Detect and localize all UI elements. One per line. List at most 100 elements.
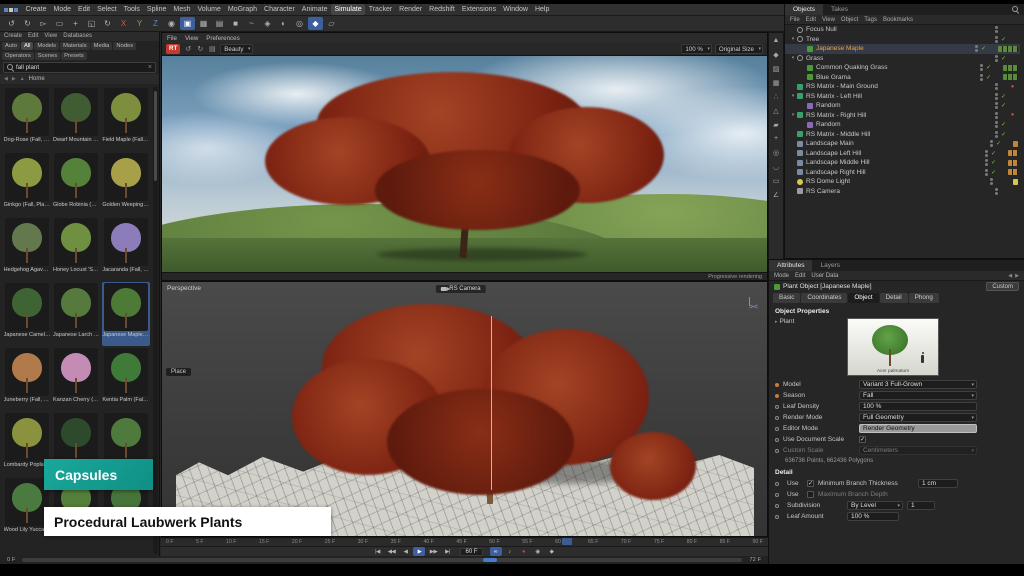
visibility-dots[interactable] [985,169,988,176]
object-menu-item[interactable]: File [790,17,800,23]
menu-item[interactable]: Create [22,4,50,15]
asset-item[interactable]: Globe Robinia (Fall, P... [52,152,100,216]
range-slider[interactable] [22,558,742,562]
toolbar-icon[interactable]: ↻ [100,17,115,30]
attribute-mode-item[interactable]: User Data [811,273,838,279]
transport-toggle[interactable]: ◆ [546,547,558,556]
visibility-dots[interactable] [995,26,998,33]
enabled-check-icon[interactable]: ✓ [995,140,1002,147]
asset-item[interactable]: Kentia Palm (Fall, Pla... [102,347,150,411]
object-name[interactable]: Random [816,102,841,109]
menu-item[interactable]: Help [531,4,552,15]
expand-icon[interactable]: ▾ [789,112,797,118]
mode-tool-icon[interactable]: ▨ [770,63,782,74]
menu-item[interactable]: Select [94,4,120,15]
max-branch-checkbox[interactable] [807,491,814,498]
property-tab[interactable]: Object [848,293,878,303]
menu-item[interactable]: Extensions [458,4,499,15]
object-name[interactable]: Landscape Middle Hill [806,159,870,166]
object-row[interactable]: RS Dome Light [785,177,1020,187]
expand-icon[interactable]: ▾ [789,55,797,61]
history-forward-icon[interactable]: ▶ [1015,273,1019,279]
mode-tool-icon[interactable]: ▰ [770,119,782,130]
toolbar-icon[interactable]: ~ [244,17,259,30]
transport-button[interactable]: ◀◀ [385,547,397,556]
expand-icon[interactable]: ▾ [789,93,797,99]
object-row[interactable]: ▾ Grass ✓ [785,54,1020,64]
visibility-dots[interactable] [985,150,988,157]
enabled-check-icon[interactable]: ✓ [1000,93,1007,100]
toolbar-icon[interactable]: ◉ [164,17,179,30]
object-name[interactable]: Landscape Main [806,140,854,147]
menu-item[interactable]: Window [500,4,532,15]
enabled-check-icon[interactable]: ✓ [990,159,997,166]
use-document-scale-checkbox[interactable]: ✓ [859,436,866,443]
visibility-dots[interactable] [995,102,998,109]
toolbar-icon[interactable]: ◈ [260,17,275,30]
menu-item[interactable]: Volume [194,4,224,15]
menu-item[interactable]: Mesh [170,4,194,15]
asset-menu-item[interactable]: Edit [28,31,38,42]
toolbar-icon[interactable]: ■ [228,17,243,30]
attribute-mode-item[interactable]: Edit [795,273,805,279]
asset-filter-tab[interactable]: Nodes [113,42,136,50]
enabled-check-icon[interactable]: ✓ [1000,121,1007,128]
asset-search[interactable]: × [3,62,156,73]
plant-label[interactable]: ▸Plant [775,318,847,376]
min-branch-checkbox[interactable]: ✓ [807,480,814,487]
menu-item[interactable]: Mode [50,4,75,15]
keyframe-dot[interactable] [775,482,779,486]
season-dropdown[interactable]: Fall [859,391,977,400]
object-name[interactable]: Blue Grama [816,74,851,81]
asset-item[interactable]: Golden Weeping Willo... [102,152,150,216]
object-tags[interactable] [1008,150,1018,156]
visibility-dots[interactable] [995,131,998,138]
asset-item[interactable]: Field Maple (Fall, Plant) [102,87,150,151]
panel-tab[interactable]: Objects [785,4,823,15]
object-menu-item[interactable]: Bookmarks [883,17,913,23]
keyframe-dot[interactable] [775,383,779,387]
object-row[interactable]: Common Quaking Grass ✓ [785,63,1020,73]
object-name[interactable]: RS Matrix - Left Hill [806,93,862,100]
visibility-dots[interactable] [995,55,998,62]
section-header[interactable]: Object Properties [769,305,1024,317]
visibility-dots[interactable] [990,140,993,147]
property-tab[interactable]: Basic [773,293,800,303]
object-tags[interactable] [1008,169,1018,175]
keyframe-dot[interactable] [775,504,779,508]
transport-toggle[interactable]: ∞ [490,547,502,556]
panel-tab[interactable]: Layers [812,260,848,271]
search-icon[interactable] [1012,6,1019,13]
object-row[interactable]: RS Matrix - Middle Hill ✓ [785,130,1020,140]
object-row[interactable]: Random ✓ [785,120,1020,130]
toolbar-icon[interactable]: ▻ [36,17,51,30]
asset-item[interactable]: Kanzan Cherry (Fall, ... [52,347,100,411]
render-view-menu-item[interactable]: File [167,35,177,42]
transport-button[interactable]: ▶| [441,547,453,556]
asset-item[interactable]: Ginkgo (Fall, Plant) [3,152,51,216]
object-row[interactable]: Japanese Maple ✓ [785,44,1020,54]
asset-filter-tab[interactable]: Auto [2,42,20,50]
asset-menu-item[interactable]: Create [4,31,22,42]
keyframe-dot[interactable] [775,394,779,398]
size-dropdown[interactable]: Original Size [715,44,763,54]
mode-tool-icon[interactable]: ∠ [770,189,782,200]
keyframe-dot[interactable] [775,405,779,409]
expand-icon[interactable]: ▾ [789,36,797,42]
object-name[interactable]: Landscape Left Hill [806,150,861,157]
asset-item[interactable]: Honey Locust 'Sunbur... [52,217,100,281]
transport-button[interactable]: ▶▶ [427,547,439,556]
render-view-icon[interactable]: ↺ [183,45,193,53]
leaf-density-field[interactable]: 100 % [859,402,977,411]
history-back-icon[interactable]: ◀ [1008,273,1012,279]
object-name[interactable]: Landscape Right Hill [806,169,866,176]
asset-item[interactable]: Japanese Camellia (Fa... [3,282,51,346]
asset-item[interactable]: Hedgehog Agave (Fall... [3,217,51,281]
menu-item[interactable]: Character [261,4,299,15]
mode-tool-icon[interactable]: ▭ [770,175,782,186]
visibility-dots[interactable] [995,83,998,90]
property-tab[interactable]: Phong [909,293,939,303]
object-row[interactable]: Landscape Left Hill ✓ [785,149,1020,159]
menu-item[interactable]: Edit [75,4,94,15]
toolbar-icon[interactable]: ◆ [308,17,323,30]
